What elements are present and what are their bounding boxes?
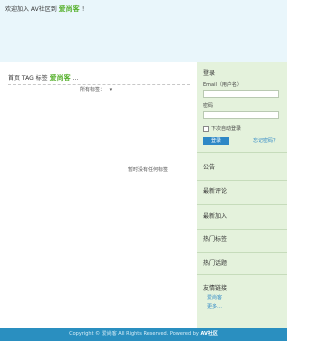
- header-banner: 欢迎加入 AV社区到 爱尚客 ！: [0, 0, 287, 62]
- section-new-members: 最新加入: [203, 213, 228, 220]
- divider: [197, 252, 287, 253]
- email-label: Email（用户名）: [203, 82, 242, 88]
- section-announcement: 公告: [203, 164, 216, 171]
- main-content: 首页 TAG 标签 爱尚客 ... 所有标签： ▾ 暂时没有任何标签: [0, 62, 197, 328]
- section-latest-comments: 最新评论: [203, 188, 228, 195]
- divider: [197, 180, 287, 181]
- sidebar: 登录 Email（用户名） 密码 下次自动登录 登录 忘记密码？ 公告 最新评论…: [197, 62, 287, 328]
- breadcrumb-brand[interactable]: 爱尚客: [50, 74, 71, 82]
- breadcrumb-suffix: ...: [72, 75, 79, 82]
- password-field[interactable]: [203, 111, 279, 119]
- links-title: 友情链接: [203, 285, 228, 292]
- divider: [197, 229, 287, 230]
- footer: Copyright © 爱尚客 All Rights Reserved. Pow…: [0, 328, 287, 341]
- welcome-prefix: 欢迎加入 AV社区到: [5, 6, 57, 13]
- forgot-password-link[interactable]: 忘记密码？: [253, 137, 278, 144]
- section-hot-tags: 热门标签: [203, 236, 228, 243]
- welcome-suffix: ！: [81, 6, 88, 13]
- brand-name[interactable]: 爱尚客: [59, 5, 80, 13]
- divider: [197, 204, 287, 205]
- password-label: 密码: [203, 103, 214, 109]
- login-title: 登录: [203, 70, 216, 77]
- friend-link-1[interactable]: 爱尚客: [207, 294, 222, 301]
- remember-me[interactable]: 下次自动登录: [203, 125, 241, 132]
- bottom-strip: [0, 341, 287, 350]
- divider: [197, 274, 287, 275]
- footer-link[interactable]: AV社区: [200, 331, 217, 337]
- divider: [197, 152, 287, 153]
- footer-text: Copyright © 爱尚客 All Rights Reserved. Pow…: [69, 331, 199, 337]
- filter-label: 所有标签：: [80, 87, 106, 93]
- chevron-down-icon[interactable]: ▾: [110, 87, 113, 93]
- tag-filter[interactable]: 所有标签： ▾: [80, 86, 112, 93]
- empty-state-message: 暂时没有任何标签: [128, 167, 169, 173]
- breadcrumb-prefix[interactable]: 首页 TAG 标签: [8, 75, 48, 82]
- divider: [8, 84, 190, 85]
- email-field[interactable]: [203, 90, 279, 98]
- breadcrumb: 首页 TAG 标签 爱尚客 ...: [8, 73, 78, 83]
- friend-link-2[interactable]: 更多…: [207, 303, 222, 310]
- login-button[interactable]: 登录: [203, 137, 229, 145]
- section-hot-topics: 热门话题: [203, 260, 228, 267]
- remember-checkbox[interactable]: [203, 125, 209, 132]
- remember-label: 下次自动登录: [211, 126, 242, 132]
- welcome-message: 欢迎加入 AV社区到 爱尚客 ！: [5, 4, 88, 14]
